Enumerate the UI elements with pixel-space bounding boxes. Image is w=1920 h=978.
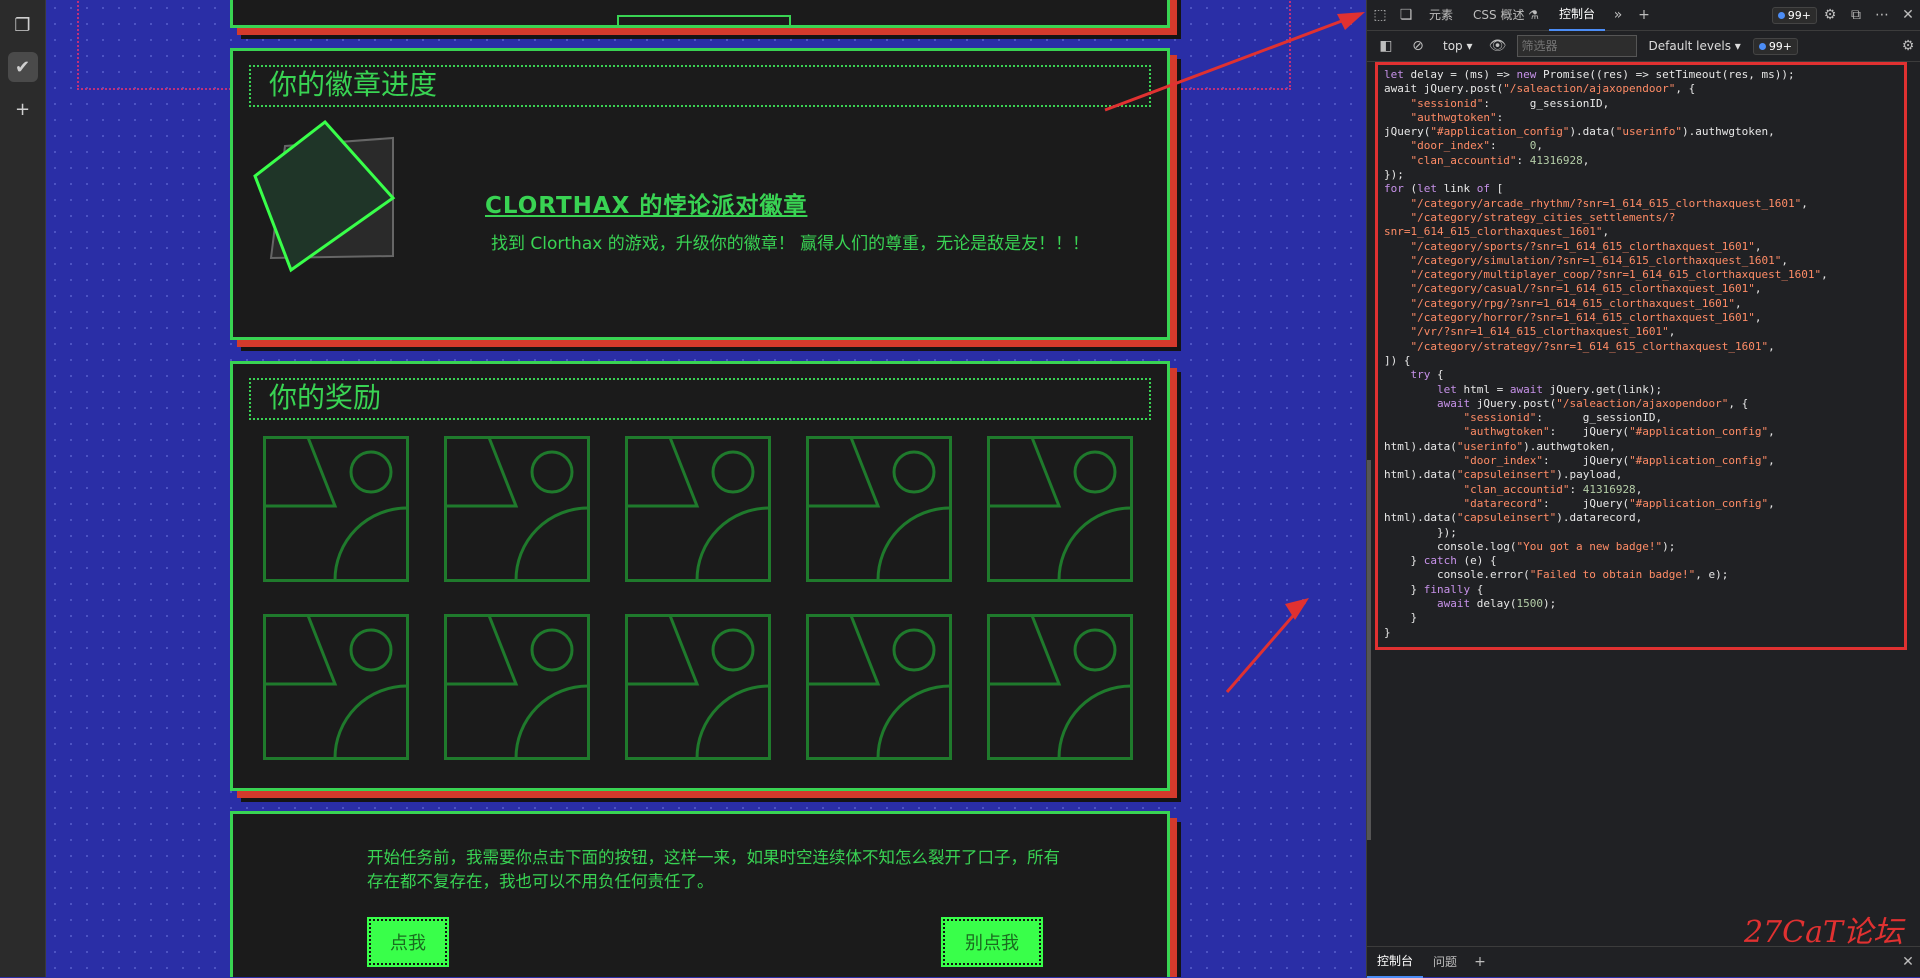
click-me-button[interactable]: 点我 bbox=[367, 917, 449, 967]
reward-placeholder-image-icon bbox=[806, 614, 952, 760]
drawer-tab-issues[interactable]: 问题 bbox=[1423, 947, 1467, 977]
annotation-arrows bbox=[1104, 12, 1365, 693]
reward-placeholder-image-icon bbox=[806, 436, 952, 582]
devtools-tabbar: ⬚ ❏ 元素 CSS 概述 ⚗ 控制台 » + 99+ ⚙ ⧉ ⋯ ✕ bbox=[1367, 0, 1920, 31]
console-input-area[interactable]: let delay = (ms) => new Promise((res) =>… bbox=[1375, 62, 1907, 650]
levels-count: 99+ bbox=[1768, 39, 1793, 53]
devtools-panel: ⬚ ❏ 元素 CSS 概述 ⚗ 控制台 » + 99+ ⚙ ⧉ ⋯ ✕ ◧ ⊘ … bbox=[1366, 0, 1920, 978]
close-icon[interactable]: ✕ bbox=[1895, 2, 1920, 28]
browser-sidebar: ❐ ✔ + bbox=[0, 0, 46, 977]
add-tab-icon[interactable]: + bbox=[1631, 2, 1657, 28]
rewards-panel: 你的奖励 bbox=[230, 361, 1170, 791]
console-code: let delay = (ms) => new Promise((res) =>… bbox=[1384, 68, 1828, 639]
tab-elements[interactable]: 元素 bbox=[1419, 0, 1463, 30]
more-tabs-icon[interactable]: » bbox=[1605, 2, 1631, 28]
console-settings-icon[interactable]: ⚙ bbox=[1895, 33, 1920, 59]
add-icon[interactable]: + bbox=[8, 94, 38, 124]
filter-input[interactable] bbox=[1516, 35, 1637, 57]
reward-placeholder-image-icon bbox=[625, 436, 771, 582]
badge-progress-panel: 你的徽章进度 CLORTHAX 的悖论派对徽章 找到 Clorthax 的游戏，… bbox=[230, 48, 1170, 340]
badge-progress-heading: 你的徽章进度 bbox=[249, 65, 1151, 107]
panel-stub bbox=[617, 15, 791, 25]
context-select-value: top bbox=[1443, 39, 1463, 53]
rewards-grid bbox=[263, 436, 1133, 760]
levels-badge[interactable]: 99+ bbox=[1752, 37, 1799, 55]
rewards-heading: 你的奖励 bbox=[249, 378, 1151, 420]
mission-panel: 开始任务前，我需要你点击下面的按钮，这样一来，如果时空连续体不知怎么裂开了口子，… bbox=[230, 811, 1170, 977]
tab-actions-icon[interactable]: ❐ bbox=[8, 10, 38, 40]
reward-placeholder-image-icon bbox=[444, 614, 590, 760]
sidebar-toggle-icon[interactable]: ◧ bbox=[1373, 33, 1399, 59]
mission-text: 开始任务前，我需要你点击下面的按钮，这样一来，如果时空连续体不知怎么裂开了口子，… bbox=[367, 848, 1060, 891]
dock-icon[interactable]: ⧉ bbox=[1843, 2, 1869, 28]
web-page: 你的徽章进度 CLORTHAX 的悖论派对徽章 找到 Clorthax 的游戏，… bbox=[47, 0, 1365, 977]
clear-console-icon[interactable]: ⊘ bbox=[1405, 33, 1431, 59]
devtools-resize-handle[interactable] bbox=[1367, 460, 1371, 840]
more-options-icon[interactable]: ⋯ bbox=[1869, 2, 1895, 28]
console-toolbar: ◧ ⊘ top ▾ 👁 Default levels ▾ 99+ ⚙ bbox=[1367, 31, 1920, 62]
levels-select[interactable]: Default levels ▾ bbox=[1643, 37, 1747, 55]
levels-select-value: Default levels bbox=[1648, 39, 1731, 53]
reward-placeholder-image-icon bbox=[263, 614, 409, 760]
drawer-tab-console[interactable]: 控制台 bbox=[1367, 946, 1424, 978]
dont-click-button[interactable]: 别点我 bbox=[941, 917, 1043, 967]
badge-description: 找到 Clorthax 的游戏，升级你的徽章！ 赢得人们的尊重，无论是敌是友！！… bbox=[491, 234, 1090, 254]
tab-css-overview[interactable]: CSS 概述 ⚗ bbox=[1463, 0, 1549, 30]
badge-image bbox=[253, 119, 396, 273]
issues-badge[interactable]: 99+ bbox=[1771, 6, 1817, 24]
top-panel-fragment bbox=[230, 0, 1170, 28]
issues-count: 99+ bbox=[1787, 8, 1811, 22]
reward-placeholder-image-icon bbox=[444, 436, 590, 582]
badge-title-link[interactable]: CLORTHAX 的悖论派对徽章 bbox=[485, 186, 807, 220]
steam-app-icon[interactable]: ✔ bbox=[7, 52, 38, 82]
tab-console[interactable]: 控制台 bbox=[1549, 0, 1606, 31]
reward-placeholder-image-icon bbox=[263, 436, 409, 582]
drawer-add-tab-icon[interactable]: + bbox=[1467, 949, 1493, 975]
settings-gear-icon[interactable]: ⚙ bbox=[1817, 2, 1843, 28]
reward-placeholder-image-icon bbox=[625, 614, 771, 760]
device-toolbar-icon[interactable]: ❏ bbox=[1393, 2, 1419, 28]
live-expression-eye-icon[interactable]: 👁 bbox=[1485, 33, 1511, 59]
watermark-logo: 27CaT论坛 bbox=[1743, 915, 1903, 950]
drawer-close-icon[interactable]: ✕ bbox=[1895, 949, 1920, 975]
context-select[interactable]: top ▾ bbox=[1437, 37, 1479, 55]
inspect-icon[interactable]: ⬚ bbox=[1367, 2, 1393, 28]
